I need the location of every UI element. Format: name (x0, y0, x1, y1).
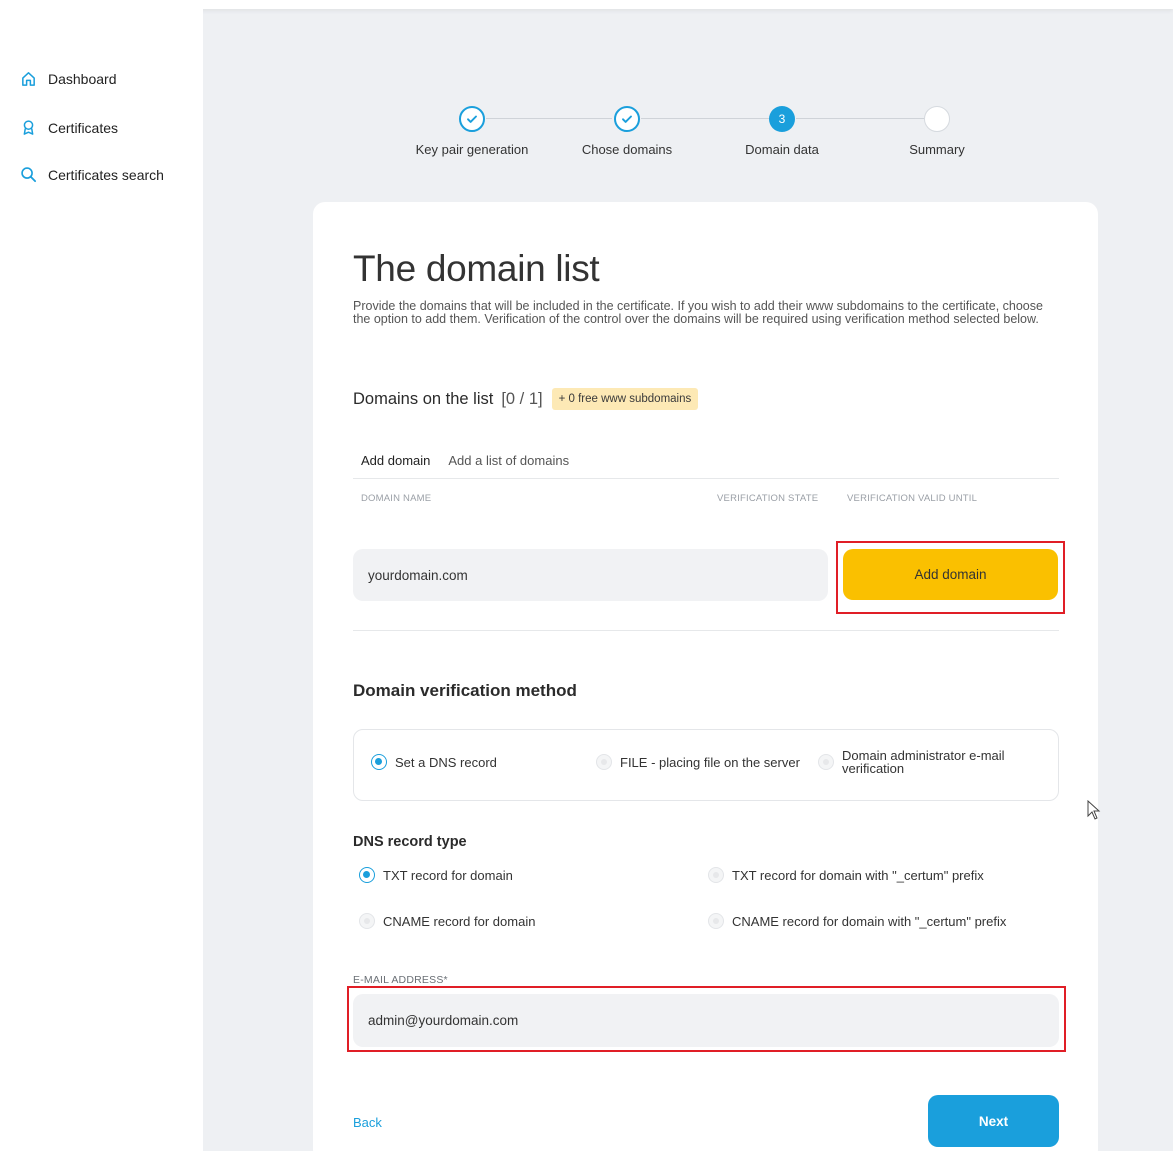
radio-file-method[interactable]: FILE - placing file on the server (596, 754, 800, 770)
verification-method-heading: Domain verification method (353, 681, 577, 700)
radio-label: Set a DNS record (395, 754, 497, 770)
search-icon (21, 167, 37, 183)
dns-record-type-heading: DNS record type (353, 834, 467, 850)
domains-heading: Domains on the list [0 / 1] + 0 free www… (353, 388, 699, 410)
radio-label: TXT record for domain with "_certum" pre… (732, 867, 984, 883)
email-label: E-MAIL ADDRESS* (353, 974, 448, 986)
sidebar-item-label: Certificates (48, 119, 119, 136)
radio-indicator (359, 913, 375, 929)
step-connector (641, 118, 769, 119)
tab-add-list-of-domains[interactable]: Add a list of domains (448, 453, 569, 478)
radio-indicator (596, 754, 612, 770)
radio-label: TXT record for domain (383, 867, 513, 883)
verification-method-group: Set a DNS record FILE - placing file on … (353, 729, 1059, 801)
tab-add-domain[interactable]: Add domain (361, 453, 430, 478)
column-header-domain-name: DOMAIN NAME (361, 493, 432, 504)
sidebar: Dashboard Certificates Certificates sear… (0, 9, 203, 1151)
radio-indicator (708, 913, 724, 929)
top-bar (0, 0, 1173, 9)
sidebar-item-certificates[interactable]: Certificates (20, 119, 118, 136)
highlight-box-add-domain (836, 541, 1065, 614)
radio-label: Domain administrator e-mail verification (842, 748, 1005, 776)
sidebar-item-certificates-search[interactable]: Certificates search (20, 166, 164, 183)
divider (353, 630, 1059, 631)
sidebar-item-label: Certificates search (48, 166, 164, 183)
radio-txt-record-certum[interactable]: TXT record for domain with "_certum" pre… (708, 867, 984, 883)
step-label: Domain data (745, 142, 819, 157)
step-connector (486, 118, 612, 119)
step-label: Chose domains (581, 142, 673, 157)
sidebar-item-dashboard[interactable]: Dashboard (20, 70, 117, 87)
domain-list-card: The domain list Provide the domains that… (313, 202, 1098, 1151)
mouse-pointer-icon (1087, 800, 1101, 820)
next-button[interactable]: Next (928, 1095, 1059, 1147)
radio-label: FILE - placing file on the server (620, 754, 800, 770)
column-header-verification-state: VERIFICATION STATE (717, 493, 819, 504)
step-4-circle (924, 106, 950, 132)
radio-cname-record-certum[interactable]: CNAME record for domain with "_certum" p… (708, 913, 1006, 929)
radio-indicator (371, 754, 387, 770)
progress-stepper: 3 Key pair generation Chose domains Doma… (400, 105, 1020, 165)
radio-label: CNAME record for domain (383, 913, 536, 929)
back-link[interactable]: Back (353, 1115, 382, 1130)
highlight-box-email (347, 986, 1066, 1052)
sidebar-item-label: Dashboard (48, 70, 117, 87)
step-3-number: 3 (769, 106, 795, 132)
radio-dns-record[interactable]: Set a DNS record (371, 754, 497, 770)
radio-indicator (708, 867, 724, 883)
page-title: The domain list (353, 248, 600, 289)
domain-input[interactable] (353, 549, 828, 601)
radio-cname-record[interactable]: CNAME record for domain (359, 913, 535, 929)
intro-text: Provide the domains that will be include… (353, 299, 1043, 326)
radio-indicator (359, 867, 375, 883)
radio-indicator (818, 754, 834, 770)
add-domain-tabs: Add domain Add a list of domains (353, 453, 1059, 479)
home-icon (22, 72, 35, 86)
step-label: Key pair generation (415, 142, 529, 157)
domains-heading-label: Domains on the list (353, 389, 494, 408)
radio-email-verification[interactable]: Domain administrator e-mail verification (818, 749, 1037, 775)
award-icon (23, 120, 34, 135)
step-2-check-icon (614, 106, 640, 132)
radio-label: CNAME record for domain with "_certum" p… (732, 913, 1007, 929)
domains-count: [0 / 1] (501, 389, 543, 408)
column-header-verification-valid-until: VERIFICATION VALID UNTIL (847, 493, 978, 504)
step-1-check-icon (459, 106, 485, 132)
step-label: Summary (909, 142, 965, 157)
radio-txt-record[interactable]: TXT record for domain (359, 867, 513, 883)
step-connector (796, 118, 924, 119)
free-subdomains-badge: + 0 free www subdomains (551, 388, 699, 410)
